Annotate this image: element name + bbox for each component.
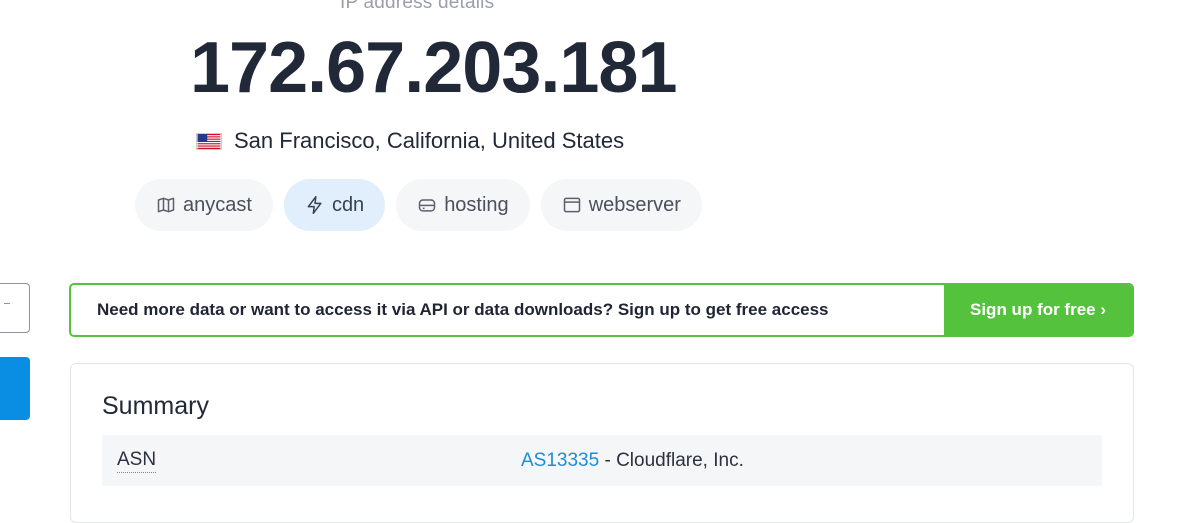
location-row: San Francisco, California, United States bbox=[196, 126, 624, 156]
asn-label: ASN bbox=[117, 450, 157, 473]
tag-label: anycast bbox=[183, 193, 252, 216]
tag-list: anycast cdn hosting webserver bbox=[135, 179, 702, 231]
asn-link[interactable]: AS13335 bbox=[521, 450, 599, 471]
map-icon bbox=[157, 197, 175, 213]
summary-title: Summary bbox=[102, 392, 209, 420]
sidebar-input-caret bbox=[4, 303, 10, 304]
sidebar-search-button[interactable] bbox=[0, 357, 30, 420]
server-icon bbox=[418, 199, 436, 212]
banner-text: Need more data or want to access it via … bbox=[97, 300, 829, 319]
signup-button[interactable]: Sign up for free › bbox=[944, 285, 1132, 335]
tag-cdn[interactable]: cdn bbox=[283, 179, 386, 231]
lightning-icon bbox=[307, 195, 322, 215]
us-flag-icon bbox=[196, 132, 222, 150]
tag-hosting[interactable]: hosting bbox=[396, 179, 530, 231]
tag-label: cdn bbox=[331, 193, 365, 216]
page-subtitle: IP address details bbox=[340, 0, 495, 13]
tag-anycast[interactable]: anycast bbox=[135, 179, 273, 231]
summary-card: Summary ASN AS13335 - Cloudflare, Inc. bbox=[70, 363, 1134, 523]
browser-window-icon bbox=[563, 197, 580, 213]
tag-label: webserver bbox=[588, 193, 681, 216]
sidebar-search-input[interactable] bbox=[0, 283, 30, 333]
signup-banner: Need more data or want to access it via … bbox=[69, 283, 1134, 337]
tag-webserver[interactable]: webserver bbox=[540, 179, 702, 231]
table-row: ASN AS13335 - Cloudflare, Inc. bbox=[102, 435, 1102, 486]
location-text: San Francisco, California, United States bbox=[234, 128, 625, 153]
ip-address-title: 172.67.203.181 bbox=[190, 28, 677, 108]
asn-value: AS13335 - Cloudflare, Inc. bbox=[521, 450, 744, 472]
tag-label: hosting bbox=[444, 193, 509, 216]
asn-organization: - Cloudflare, Inc. bbox=[599, 450, 744, 471]
